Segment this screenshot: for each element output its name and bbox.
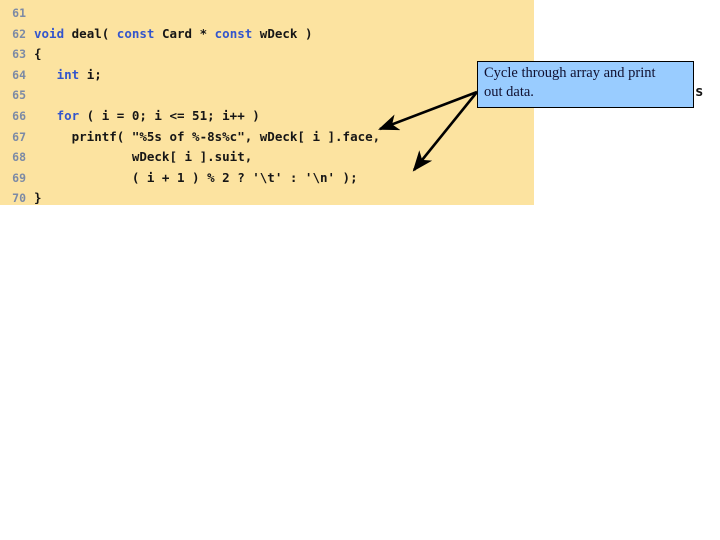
code-token: } bbox=[34, 190, 42, 206]
code-token: Card * bbox=[161, 25, 215, 41]
line-number: 70 bbox=[12, 191, 26, 206]
code-text: printf( "%5s of %-8s%c", wDeck[ i ].face… bbox=[34, 126, 381, 147]
code-line: 64 int i; bbox=[0, 64, 102, 85]
callout-text: Cycle through array and print out data. bbox=[484, 65, 656, 100]
code-token: printf( "%5s of %-8s%c", wDeck[ i ].face… bbox=[34, 128, 381, 144]
line-number: 66 bbox=[12, 109, 26, 123]
code-line: 70} bbox=[0, 187, 42, 208]
code-line: 67 printf( "%5s of %-8s%c", wDeck[ i ].f… bbox=[0, 126, 380, 147]
line-number: 67 bbox=[12, 129, 26, 144]
line-number: 69 bbox=[12, 170, 26, 185]
code-text: } bbox=[34, 187, 42, 208]
code-line: 65 bbox=[0, 84, 34, 105]
code-line: 66 for ( i = 0; i <= 51; i++ ) bbox=[0, 105, 260, 126]
code-token: ( i = 0; i <= 51; i++ ) bbox=[79, 108, 260, 123]
code-token: { bbox=[34, 46, 42, 62]
code-token: i; bbox=[86, 66, 102, 82]
line-number: 64 bbox=[12, 67, 26, 82]
code-listing-panel: 61 62 void deal( const Card * const wDeck … bbox=[0, 0, 534, 205]
line-number: 63 bbox=[12, 47, 26, 62]
code-text: void deal( const Card * const wDeck ) bbox=[34, 23, 312, 44]
code-keyword: void bbox=[34, 25, 72, 41]
code-token: wDeck[ i ].suit, bbox=[34, 149, 253, 165]
code-token: wDeck ) bbox=[259, 25, 313, 41]
callout-box: Cycle through array and print out data. bbox=[477, 61, 694, 108]
code-line: 61 bbox=[0, 2, 34, 23]
line-number: 68 bbox=[12, 150, 26, 165]
code-token: deal( bbox=[71, 25, 117, 41]
code-text: { bbox=[34, 43, 42, 64]
code-token: ( i + 1 ) % 2 ? '\t' : '\n' ); bbox=[34, 169, 358, 185]
code-keyword: int bbox=[56, 66, 87, 82]
code-line: 69 ( i + 1 ) % 2 ? '\t' : '\n' ); bbox=[0, 167, 358, 188]
line-number: 62 bbox=[12, 26, 26, 41]
code-line: 63 { bbox=[0, 43, 42, 64]
line-number: 61 bbox=[12, 6, 26, 20]
line-number: 65 bbox=[12, 88, 26, 103]
code-text: ( i + 1 ) % 2 ? '\t' : '\n' ); bbox=[34, 167, 358, 188]
code-keyword: const bbox=[214, 25, 260, 41]
code-text: int i; bbox=[34, 64, 102, 85]
code-line: 68 wDeck[ i ].suit, bbox=[0, 146, 252, 167]
code-text: wDeck[ i ].suit, bbox=[34, 146, 252, 167]
code-keyword: for bbox=[56, 108, 80, 123]
code-keyword: const bbox=[116, 25, 162, 41]
code-text: for ( i = 0; i <= 51; i++ ) bbox=[34, 105, 260, 126]
stray-glyph: s bbox=[695, 84, 704, 100]
code-line: 62 void deal( const Card * const wDeck ) bbox=[0, 23, 312, 44]
